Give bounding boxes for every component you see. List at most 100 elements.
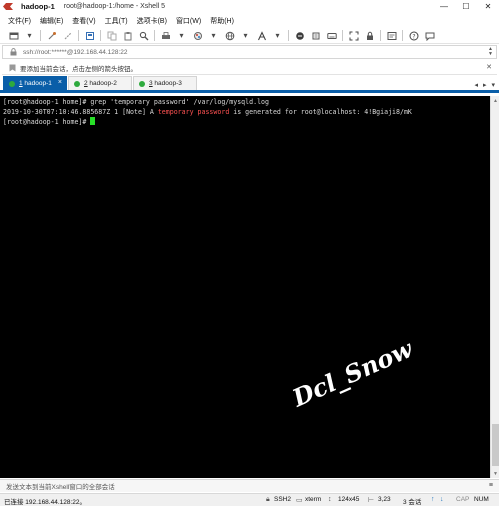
toolbar-separator xyxy=(288,30,289,41)
connection-status: 已连接 192.168.44.128:22。 xyxy=(4,499,87,506)
dropdown-arrow-icon[interactable]: ▾ xyxy=(240,30,251,41)
chat-icon[interactable] xyxy=(424,30,435,41)
terminal-scrollbar[interactable]: ▲ ▼ xyxy=(490,96,499,478)
compose-icon[interactable] xyxy=(386,30,397,41)
menu-icon[interactable]: ≡ xyxy=(489,482,493,489)
session-count-status: 3 会话 xyxy=(403,499,422,506)
toolbar-separator xyxy=(78,30,79,41)
scroll-thumb[interactable] xyxy=(492,424,499,466)
window-session-name: hadoop-1 xyxy=(21,2,55,11)
dropdown-arrow-icon[interactable]: ▾ xyxy=(24,30,35,41)
copy-icon[interactable] xyxy=(106,30,117,41)
lock-screen-icon[interactable] xyxy=(364,30,375,41)
tab-hadoop-1[interactable]: 1 hadoop-1 × xyxy=(3,76,67,90)
fullscreen-icon[interactable] xyxy=(348,30,359,41)
close-icon[interactable]: ✕ xyxy=(486,63,492,71)
dropdown-arrow-icon[interactable]: ▾ xyxy=(272,30,283,41)
chevron-left-icon[interactable]: ◂ xyxy=(474,81,478,89)
ssh-lock-icon: 🔒︎ xyxy=(266,496,270,503)
tab-hadoop-3[interactable]: 3 hadoop-3 xyxy=(133,76,197,90)
session-status-icon xyxy=(139,80,145,87)
terminal-area[interactable]: [root@hadoop-1 home]# grep 'temporary pa… xyxy=(0,96,490,478)
window-size-icon: ↕ xyxy=(328,496,332,503)
tab-label: 1 hadoop-1 xyxy=(19,80,52,87)
address-nav: ▲ ▼ xyxy=(488,47,493,57)
num-lock-status: NUM xyxy=(474,496,489,503)
log-suffix: is generated for root@localhost: 4!Bgiaj… xyxy=(229,107,412,116)
grep-match-highlight: temporary password xyxy=(157,107,230,116)
tab-name: hadoop-3 xyxy=(152,80,182,87)
script-icon[interactable] xyxy=(310,30,321,41)
window-title: root@hadoop-1:/home - Xshell 5 xyxy=(63,3,166,10)
tab-bar: 1 hadoop-1 × 2 hadoop-2 3 hadoop-3 ◂ ▸ ▾ xyxy=(0,76,499,93)
tab-name: hadoop-2 xyxy=(87,80,117,87)
info-bar: 要添加当前会话，点击左侧的箭头按钮。 ✕ xyxy=(2,61,497,75)
scroll-down-icon[interactable]: ▼ xyxy=(491,469,499,478)
toolbar-separator xyxy=(154,30,155,41)
compose-placeholder: 发送文本到当前Xshell窗口的全部会话 xyxy=(6,484,115,491)
minimize-button[interactable]: — xyxy=(433,0,455,13)
menu-help[interactable]: 帮助(H) xyxy=(210,16,234,26)
log-prefix: 2019-10-30T07:10:46.885687Z 1 [Note] A xyxy=(3,107,158,116)
toolbar-separator xyxy=(40,30,41,41)
compose-bar[interactable]: 发送文本到当前Xshell窗口的全部会话 ≡ xyxy=(0,479,499,492)
tab-menu-icon[interactable]: ▾ xyxy=(491,81,495,89)
menu-tab[interactable]: 选项卡(B) xyxy=(137,16,167,26)
tab-hadoop-2[interactable]: 2 hadoop-2 xyxy=(68,76,132,90)
maximize-button[interactable]: ☐ xyxy=(455,0,477,13)
lock-icon xyxy=(9,48,17,56)
font-icon[interactable] xyxy=(256,30,267,41)
help-icon[interactable]: ? xyxy=(408,30,419,41)
terminal-line: 2019-10-30T07:10:46.885687Z 1 [Note] A t… xyxy=(3,108,412,116)
toolbar-separator xyxy=(380,30,381,41)
toolbar-separator xyxy=(402,30,403,41)
cursor-position-icon: ⊢ xyxy=(368,497,375,504)
toolbar-separator xyxy=(100,30,101,41)
info-text: 要添加当前会话，点击左侧的箭头按钮。 xyxy=(20,65,137,73)
reconnect-icon[interactable] xyxy=(46,30,57,41)
session-status-icon xyxy=(74,80,80,87)
window-size-status: 124x45 xyxy=(338,496,360,503)
address-text[interactable]: ssh://root:******@192.168.44.128:22 xyxy=(23,49,128,56)
dropdown-arrow-icon[interactable]: ▾ xyxy=(176,30,187,41)
new-session-icon[interactable] xyxy=(8,30,19,41)
properties-icon[interactable] xyxy=(84,30,95,41)
print-icon[interactable] xyxy=(160,30,171,41)
menu-window[interactable]: 窗口(W) xyxy=(176,16,201,26)
protocol-status: SSH2 xyxy=(274,496,291,503)
terminal-type-status: xterm xyxy=(305,496,322,503)
terminal-prompt: [root@hadoop-1 home]# xyxy=(3,118,91,127)
tab-label: 2 hadoop-2 xyxy=(84,80,117,87)
status-bar: 已连接 192.168.44.128:22。 🔒︎ SSH2 ▭ xterm ↕… xyxy=(0,493,499,506)
menu-edit[interactable]: 编辑(E) xyxy=(40,16,63,26)
session-status-icon xyxy=(9,80,15,87)
terminal-type-icon: ▭ xyxy=(296,497,303,504)
keyboard-icon[interactable] xyxy=(326,30,337,41)
address-bar[interactable]: ssh://root:******@192.168.44.128:22 ▲ ▼ xyxy=(2,45,497,59)
chevron-right-icon[interactable]: ▸ xyxy=(483,81,487,89)
find-icon[interactable] xyxy=(138,30,149,41)
globe-icon[interactable] xyxy=(224,30,235,41)
chevron-down-icon[interactable]: ▼ xyxy=(488,52,493,57)
xshell-logo-icon xyxy=(2,2,14,11)
cursor-position-status: 3,23 xyxy=(378,496,391,503)
paste-icon[interactable] xyxy=(122,30,133,41)
tab-label: 3 hadoop-3 xyxy=(149,80,182,87)
dropdown-arrow-icon[interactable]: ▾ xyxy=(208,30,219,41)
color-scheme-icon[interactable] xyxy=(192,30,203,41)
close-icon[interactable]: × xyxy=(58,79,62,86)
download-arrow-icon: ↓ xyxy=(440,496,444,503)
title-bar: hadoop-1 root@hadoop-1:/home - Xshell 5 … xyxy=(0,0,499,13)
menu-tools[interactable]: 工具(T) xyxy=(105,16,128,26)
terminal-cursor xyxy=(90,117,96,126)
menu-file[interactable]: 文件(F) xyxy=(8,16,31,26)
toolbar-separator xyxy=(342,30,343,41)
xftp-icon[interactable] xyxy=(294,30,305,41)
menu-bar: 文件(F) 编辑(E) 查看(V) 工具(T) 选项卡(B) 窗口(W) 帮助(… xyxy=(0,14,499,27)
close-button[interactable]: ✕ xyxy=(477,0,499,13)
tab-nav: ◂ ▸ ▾ xyxy=(469,81,495,89)
disconnect-icon[interactable] xyxy=(62,30,73,41)
scroll-up-icon[interactable]: ▲ xyxy=(491,96,499,105)
toolbar: ▾ ▾ ▾ ▾ ▾ ? xyxy=(0,28,499,44)
menu-view[interactable]: 查看(V) xyxy=(72,16,95,26)
